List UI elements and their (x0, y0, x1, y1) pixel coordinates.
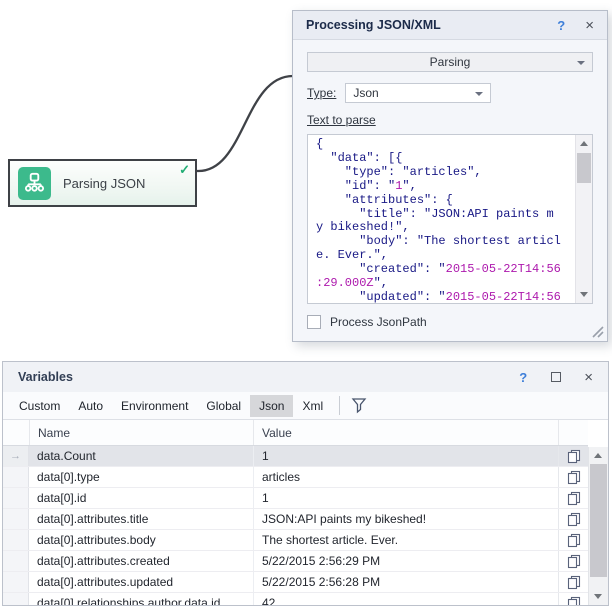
resize-grip[interactable] (591, 325, 604, 338)
process-jsonpath-label: Process JsonPath (330, 315, 427, 329)
variable-value: The shortest article. Ever. (253, 530, 558, 550)
variables-tabs: CustomAutoEnvironmentGlobalJsonXml (3, 392, 608, 419)
row-indicator: → (3, 446, 29, 466)
gutter-header (3, 420, 29, 445)
row-indicator (3, 488, 29, 508)
row-indicator (3, 467, 29, 487)
grid-rows: → data.Count 1 data[0].type articles (3, 446, 608, 605)
variables-titlebar[interactable]: Variables ? × (3, 362, 608, 392)
table-row[interactable]: data[0].id 1 (3, 488, 588, 509)
processing-json-xml-dialog: Processing JSON/XML ? × Parsing Type: Js… (292, 10, 608, 342)
scrollbar-thumb[interactable] (577, 153, 591, 183)
row-indicator (3, 551, 29, 571)
table-row[interactable]: data[0].attributes.updated 5/22/2015 2:5… (3, 572, 588, 593)
chevron-down-icon (577, 61, 585, 65)
tab-xml[interactable]: Xml (293, 395, 332, 417)
grid-scrollbar[interactable] (588, 447, 608, 605)
workflow-node-parsing-json[interactable]: Parsing JSON ✓ (8, 159, 197, 207)
table-row[interactable]: data[0].attributes.body The shortest art… (3, 530, 588, 551)
close-icon[interactable]: × (584, 370, 593, 385)
variable-value: 1 (253, 488, 558, 508)
chevron-down-icon (475, 92, 483, 96)
row-indicator (3, 593, 29, 605)
help-icon[interactable]: ? (557, 18, 565, 33)
tab-auto[interactable]: Auto (69, 395, 112, 417)
copy-button[interactable] (558, 530, 588, 550)
variable-value: articles (253, 467, 558, 487)
variable-value: 42 (253, 593, 558, 605)
text-to-parse-label: Text to parse (307, 113, 376, 127)
help-icon[interactable]: ? (519, 370, 527, 385)
variable-name: data[0].relationships.author.data.id (29, 596, 253, 605)
maximize-icon[interactable] (551, 372, 561, 382)
dialog-title: Processing JSON/XML (306, 18, 557, 32)
table-row[interactable]: data[0].type articles (3, 467, 588, 488)
mode-dropdown[interactable]: Parsing (307, 52, 593, 72)
variable-value: 5/22/2015 2:56:28 PM (253, 572, 558, 592)
row-indicator (3, 509, 29, 529)
editor-scrollbar[interactable] (575, 135, 592, 303)
variable-value: 5/22/2015 2:56:29 PM (253, 551, 558, 571)
variables-title: Variables (18, 370, 519, 384)
name-column-header[interactable]: Name (29, 420, 253, 445)
variable-name: data[0].attributes.body (29, 533, 253, 547)
table-row[interactable]: data[0].relationships.author.data.id 42 (3, 593, 588, 605)
variable-value: 1 (253, 446, 558, 466)
close-icon[interactable]: × (585, 18, 594, 33)
variable-name: data[0].attributes.updated (29, 575, 253, 589)
filter-icon[interactable] (351, 397, 367, 414)
tab-environment[interactable]: Environment (112, 395, 197, 417)
scroll-down-icon[interactable] (580, 292, 588, 297)
copy-button[interactable] (558, 551, 588, 571)
scroll-up-icon[interactable] (580, 141, 588, 146)
variable-name: data[0].attributes.title (29, 512, 253, 526)
scrollbar-thumb[interactable] (590, 464, 607, 577)
row-indicator (3, 530, 29, 550)
copy-column-header (558, 420, 588, 445)
sitemap-icon (18, 167, 51, 200)
tab-json[interactable]: Json (250, 395, 293, 417)
node-label: Parsing JSON (63, 176, 145, 191)
type-label: Type: (307, 86, 336, 100)
dialog-titlebar[interactable]: Processing JSON/XML ? × (293, 11, 607, 40)
variables-window: Variables ? × CustomAutoEnvironmentGloba… (2, 361, 609, 606)
row-indicator (3, 572, 29, 592)
mode-dropdown-value: Parsing (430, 55, 471, 69)
grid-header-row: Name Value (3, 420, 588, 446)
tab-separator (339, 396, 340, 415)
variable-name: data[0].id (29, 491, 253, 505)
variable-value: JSON:API paints my bikeshed! (253, 509, 558, 529)
type-dropdown-value: Json (353, 86, 378, 100)
copy-button[interactable] (558, 593, 588, 605)
table-row[interactable]: data[0].attributes.created 5/22/2015 2:5… (3, 551, 588, 572)
process-jsonpath-checkbox[interactable] (307, 315, 321, 329)
json-code-text: { "data": [{ "type": "articles", "id": "… (308, 135, 592, 304)
success-check-icon: ✓ (179, 162, 190, 178)
type-dropdown[interactable]: Json (345, 83, 491, 103)
variable-name: data[0].type (29, 470, 253, 484)
copy-button[interactable] (558, 509, 588, 529)
copy-button[interactable] (558, 446, 588, 466)
variable-name: data.Count (29, 449, 253, 463)
tab-custom[interactable]: Custom (10, 395, 69, 417)
scroll-up-icon[interactable] (594, 453, 602, 458)
tab-global[interactable]: Global (197, 395, 250, 417)
table-row[interactable]: → data.Count 1 (3, 446, 588, 467)
scroll-down-icon[interactable] (594, 594, 602, 599)
copy-button[interactable] (558, 572, 588, 592)
copy-button[interactable] (558, 467, 588, 487)
dialog-body: Parsing Type: Json Text to parse { "data… (293, 40, 607, 341)
value-column-header[interactable]: Value (253, 420, 558, 445)
text-to-parse-editor[interactable]: { "data": [{ "type": "articles", "id": "… (307, 134, 593, 304)
variables-grid: Name Value → data.Count 1 data[0].type a… (3, 419, 608, 605)
variable-name: data[0].attributes.created (29, 554, 253, 568)
copy-button[interactable] (558, 488, 588, 508)
table-row[interactable]: data[0].attributes.title JSON:API paints… (3, 509, 588, 530)
